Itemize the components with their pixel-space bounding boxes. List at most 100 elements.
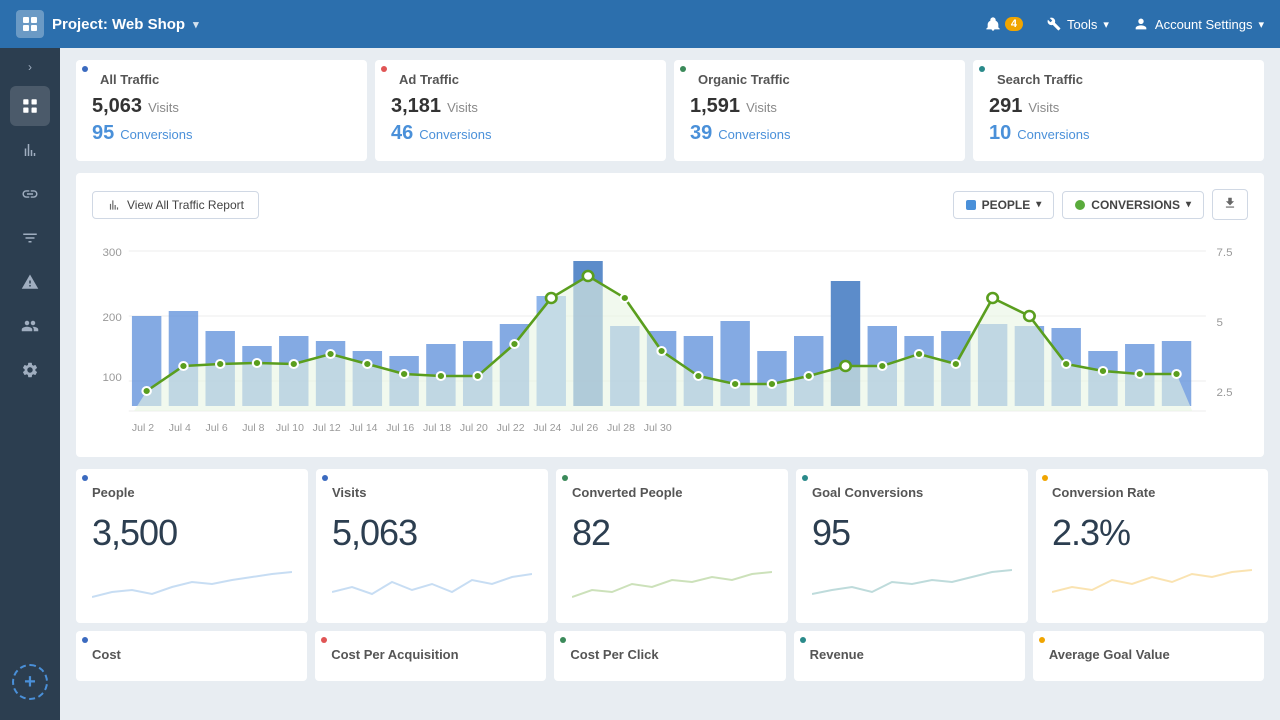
traffic-card-ad: Ad Traffic 3,181 Visits 46 Conversions [375,60,666,161]
search-traffic-indicator [979,66,985,72]
download-button[interactable] [1212,189,1248,220]
rate-metric-title: Conversion Rate [1052,485,1252,500]
sidebar-item-filter[interactable] [10,218,50,258]
all-traffic-conv-num: 95 [92,122,114,145]
chart-controls: PEOPLE ▾ CONVERSIONS ▾ [953,189,1248,220]
sidebar-item-people[interactable] [10,306,50,346]
organic-traffic-conversions: 39 Conversions [690,122,949,145]
traffic-card-organic: Organic Traffic 1,591 Visits 39 Conversi… [674,60,965,161]
traffic-card-all: All Traffic 5,063 Visits 95 Conversions [76,60,367,161]
organic-traffic-visits-label: Visits [746,100,777,115]
goal-metric-title: Goal Conversions [812,485,1012,500]
people-metric-title: People [92,485,292,500]
top-nav: Project: Web Shop ▾ 4 Tools ▾ Account Se… [0,0,1280,48]
visits-metric-title: Visits [332,485,532,500]
metric-card-people: People 3,500 [76,469,308,623]
svg-text:100: 100 [103,372,122,384]
converted-metric-value: 82 [572,512,772,554]
organic-traffic-indicator [680,66,686,72]
goal-metric-indicator [802,475,808,481]
ad-traffic-visits-num: 3,181 [391,95,441,118]
svg-text:Jul 20: Jul 20 [460,423,488,434]
ad-traffic-conv-num: 46 [391,122,413,145]
svg-text:Jul 2: Jul 2 [132,423,154,434]
cpc-title: Cost Per Click [570,647,769,662]
people-chevron: ▾ [1036,199,1041,210]
sidebar-item-warning[interactable] [10,262,50,302]
sidebar-item-settings[interactable] [10,350,50,390]
bottom-cards-row: Cost Cost Per Acquisition Cost Per Click… [76,631,1264,681]
main-chart: 300 200 100 7.5 5 2.5 [92,236,1248,436]
tools-menu-button[interactable]: Tools ▾ [1047,17,1109,32]
account-menu-button[interactable]: Account Settings ▾ [1133,16,1264,32]
conversions-dropdown[interactable]: CONVERSIONS ▾ [1062,191,1204,219]
people-dropdown[interactable]: PEOPLE ▾ [953,191,1055,219]
svg-text:Jul 14: Jul 14 [349,423,377,434]
visits-sparkline [332,562,532,602]
sidebar-expand-button[interactable]: › [28,60,32,74]
organic-traffic-conv-num: 39 [690,122,712,145]
search-traffic-conv-num: 10 [989,122,1011,145]
traffic-card-search: Search Traffic 291 Visits 10 Conversions [973,60,1264,161]
converted-sparkline [572,562,772,602]
metric-card-goal-conversions: Goal Conversions 95 [796,469,1028,623]
account-chevron: ▾ [1258,18,1264,31]
all-traffic-indicator [82,66,88,72]
svg-text:5: 5 [1216,317,1222,329]
view-all-label: View All Traffic Report [127,198,244,212]
search-traffic-title: Search Traffic [989,72,1248,87]
all-traffic-conv-label: Conversions [120,127,192,142]
ad-traffic-conv-label: Conversions [419,127,491,142]
visits-metric-indicator [322,475,328,481]
svg-text:Jul 26: Jul 26 [570,423,598,434]
topnav-right: 4 Tools ▾ Account Settings ▾ [985,16,1264,32]
sidebar-add-button[interactable]: + [12,664,48,700]
bottom-card-cpc: Cost Per Click [554,631,785,681]
sidebar-item-links[interactable] [10,174,50,214]
people-metric-indicator [82,475,88,481]
converted-metric-indicator [562,475,568,481]
conversions-indicator [1075,200,1085,210]
sidebar: › + [0,48,60,720]
organic-traffic-conv-label: Conversions [718,127,790,142]
metric-card-conversion-rate: Conversion Rate 2.3% [1036,469,1268,623]
notification-button[interactable]: 4 [985,16,1023,32]
organic-traffic-visits: 1,591 Visits [690,95,949,118]
chart-toolbar: View All Traffic Report PEOPLE ▾ CONVERS… [92,189,1248,220]
metric-card-converted-people: Converted People 82 [556,469,788,623]
svg-text:2.5: 2.5 [1216,387,1232,399]
all-traffic-visits: 5,063 Visits [92,95,351,118]
svg-text:Jul 4: Jul 4 [169,423,191,434]
bottom-card-revenue: Revenue [794,631,1025,681]
bottom-card-cost: Cost [76,631,307,681]
search-traffic-visits: 291 Visits [989,95,1248,118]
ad-traffic-visits-label: Visits [447,100,478,115]
brand-chevron: ▾ [193,18,199,31]
avg-goal-title: Average Goal Value [1049,647,1248,662]
all-traffic-visits-label: Visits [148,100,179,115]
account-label: Account Settings [1155,17,1253,32]
ad-traffic-conversions: 46 Conversions [391,122,650,145]
metric-card-visits: Visits 5,063 [316,469,548,623]
chart-container: 300 200 100 7.5 5 2.5 [92,236,1248,441]
brand-logo[interactable]: Project: Web Shop ▾ [16,10,199,38]
view-all-traffic-button[interactable]: View All Traffic Report [92,191,259,219]
search-traffic-visits-label: Visits [1028,100,1059,115]
brand-icon [16,10,44,38]
cpa-indicator [321,637,327,643]
svg-text:Jul 12: Jul 12 [313,423,341,434]
rate-metric-value: 2.3% [1052,512,1252,554]
revenue-indicator [800,637,806,643]
cpc-indicator [560,637,566,643]
search-traffic-conversions: 10 Conversions [989,122,1248,145]
brand-name: Project: Web Shop [52,16,185,33]
traffic-cards-row: All Traffic 5,063 Visits 95 Conversions … [76,60,1264,161]
conversions-dropdown-label: CONVERSIONS [1091,198,1180,212]
svg-text:200: 200 [103,312,122,324]
svg-text:Jul 24: Jul 24 [533,423,561,434]
sidebar-item-charts[interactable] [10,130,50,170]
people-indicator [966,200,976,210]
organic-traffic-title: Organic Traffic [690,72,949,87]
people-label: PEOPLE [982,198,1031,212]
sidebar-item-dashboard[interactable] [10,86,50,126]
